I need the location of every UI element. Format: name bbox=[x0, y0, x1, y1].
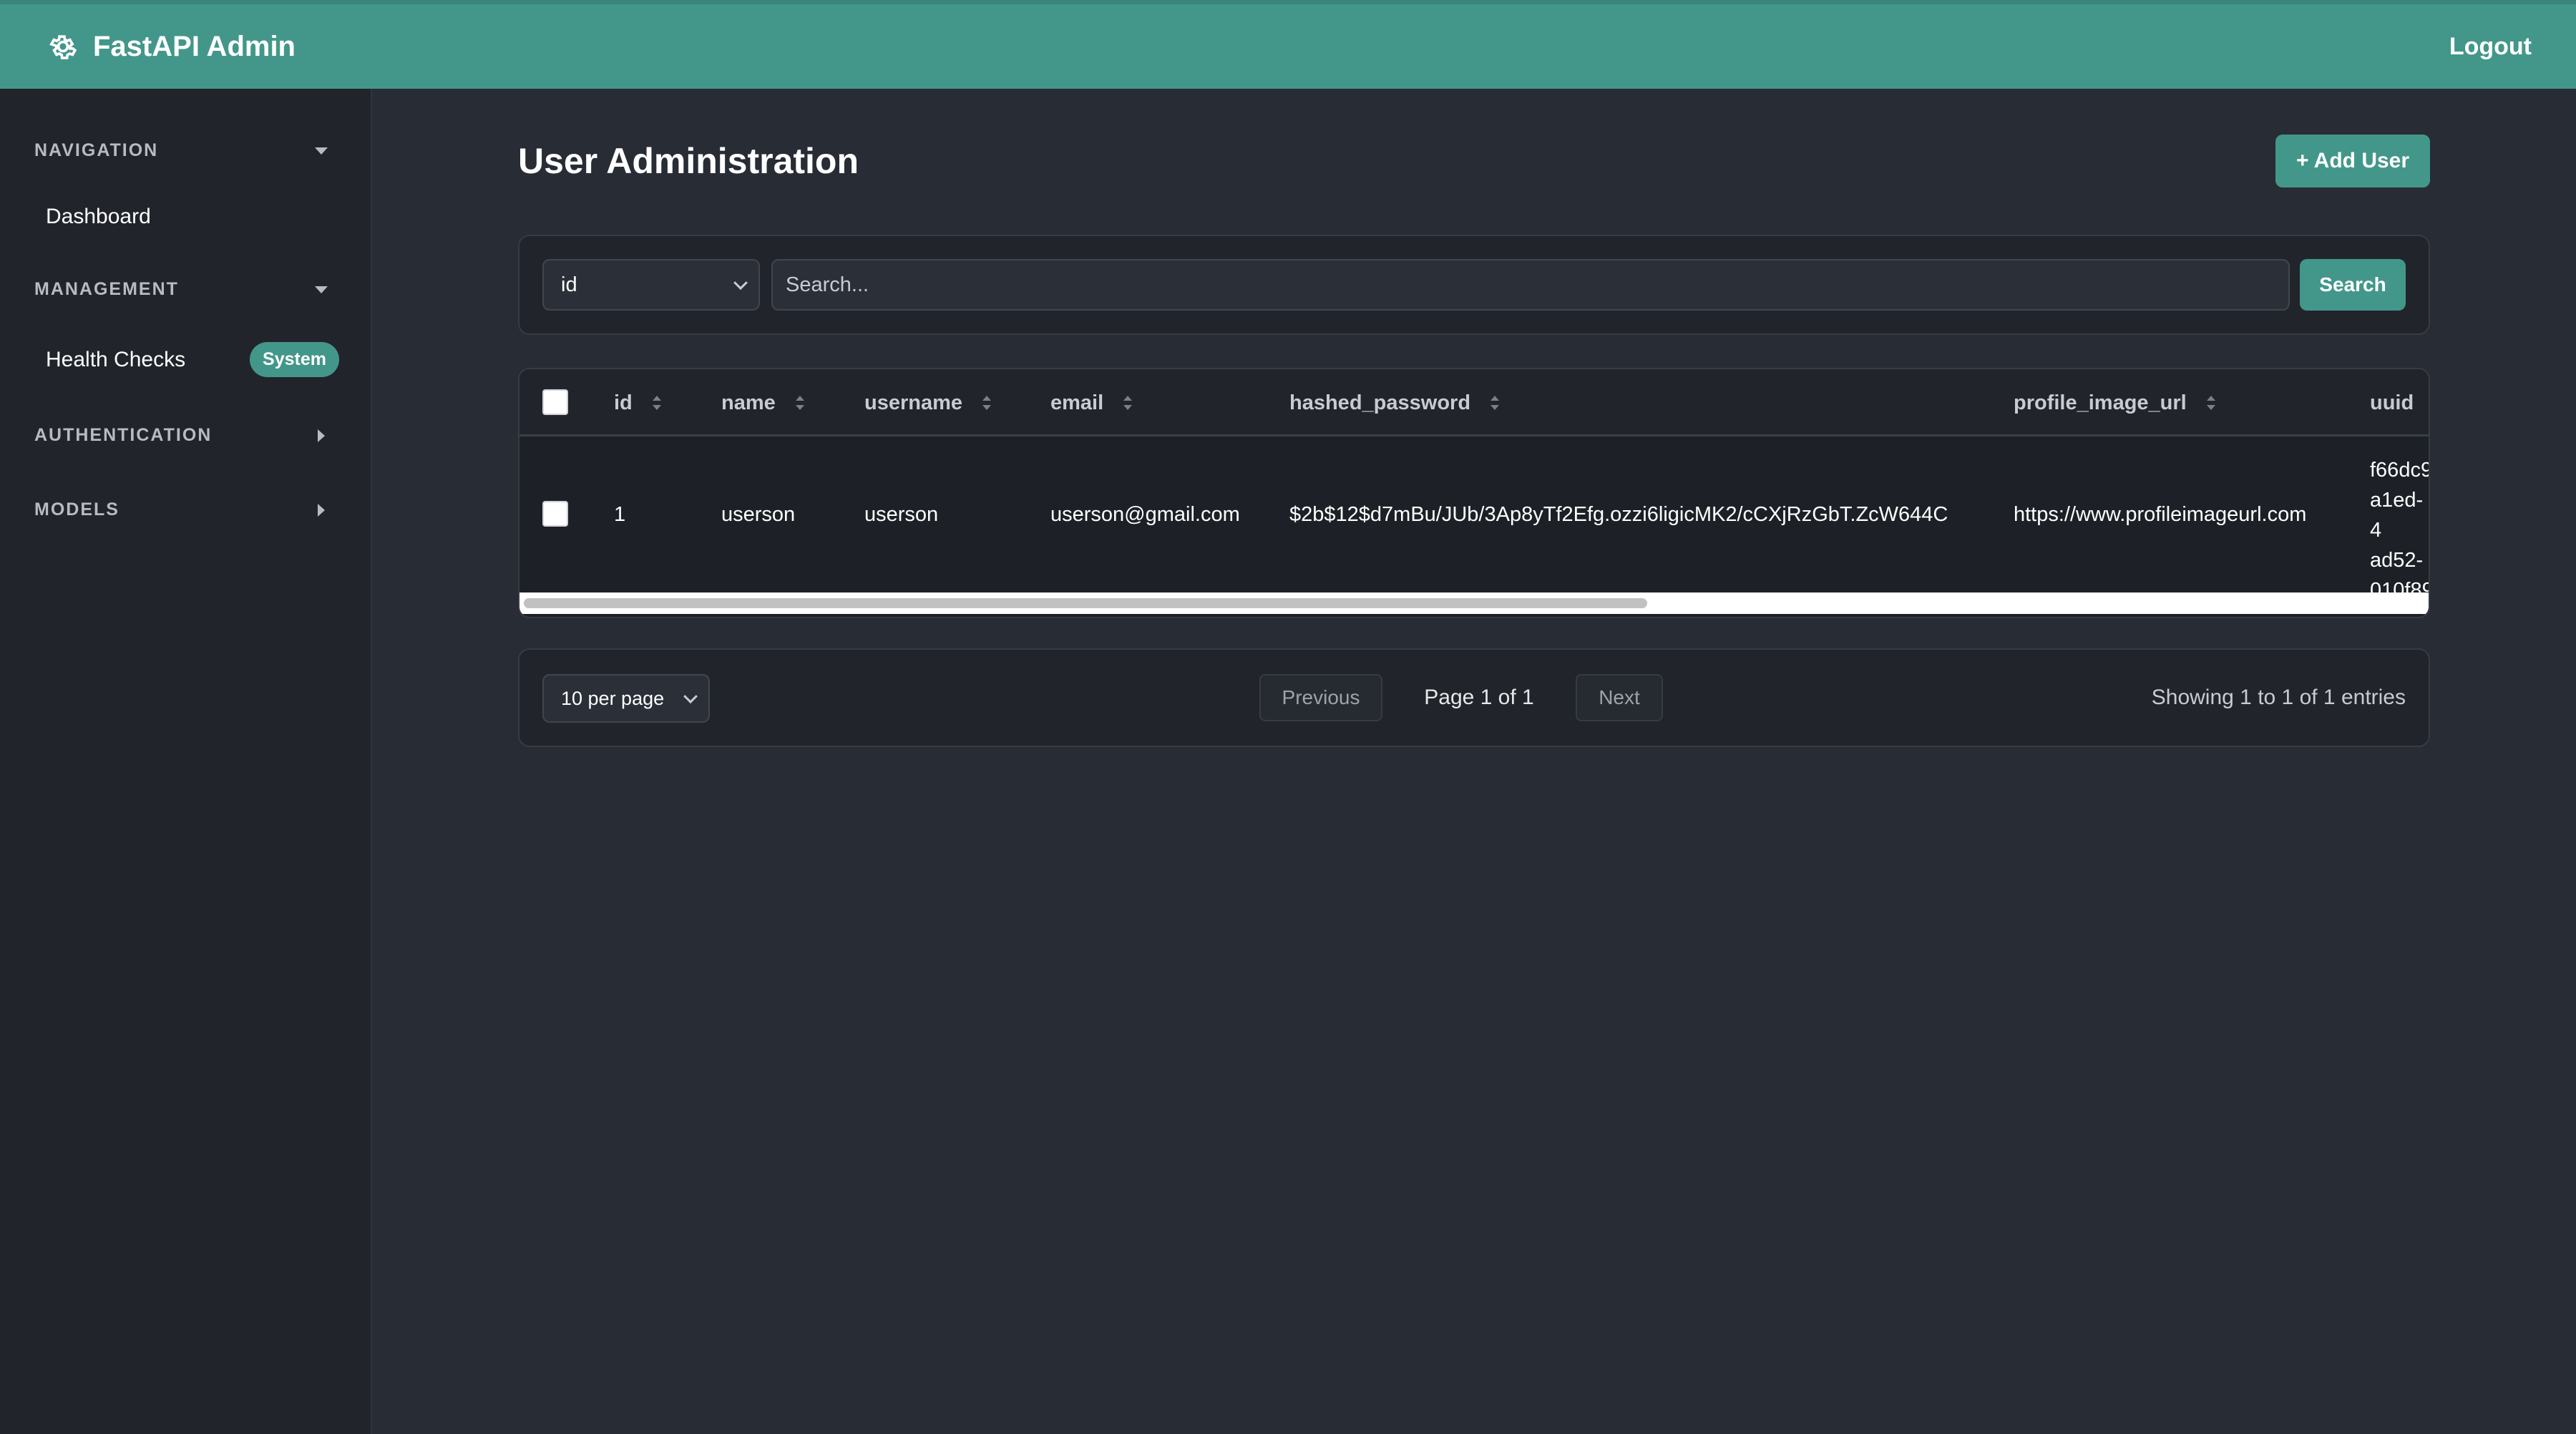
search-field-select[interactable]: id bbox=[542, 259, 760, 311]
column-label: name bbox=[721, 391, 776, 414]
uuid-line: ad52- bbox=[2370, 549, 2424, 572]
gear-icon bbox=[49, 35, 77, 59]
cell-uuid: f66dc9 a1ed-4 ad52- 010f89 bbox=[2370, 455, 2430, 605]
add-user-button[interactable]: + Add User bbox=[2275, 135, 2430, 187]
row-checkbox[interactable] bbox=[542, 501, 568, 527]
caret-down-icon bbox=[315, 147, 328, 155]
column-header-username[interactable]: username bbox=[864, 369, 992, 436]
sidebar-item-label: Dashboard bbox=[46, 205, 151, 228]
chevron-down-icon bbox=[733, 275, 748, 291]
entries-summary: Showing 1 to 1 of 1 entries bbox=[2151, 686, 2406, 709]
column-header-profile-image-url[interactable]: profile_image_url bbox=[2014, 369, 2215, 436]
column-header-uuid[interactable]: uuid bbox=[2370, 369, 2414, 436]
sort-icon bbox=[1491, 396, 1500, 410]
sidebar-item-label: Health Checks bbox=[46, 347, 186, 371]
sidebar: NAVIGATION Dashboard MANAGEMENT Health C… bbox=[0, 89, 372, 1434]
cell-email: userson@gmail.com bbox=[1050, 502, 1240, 526]
app-title: FastAPI Admin bbox=[93, 30, 296, 62]
cell-hashed-password: $2b$12$d7mBu/JUb/3Ap8yTf2Efg.ozzi6ligicM… bbox=[1289, 502, 1948, 526]
chevron-down-icon bbox=[683, 689, 698, 704]
scrollbar-thumb[interactable] bbox=[524, 598, 1647, 608]
sidebar-section-navigation[interactable]: NAVIGATION bbox=[34, 140, 335, 161]
cell-name: userson bbox=[721, 502, 796, 526]
sidebar-section-authentication[interactable]: AUTHENTICATION bbox=[34, 425, 335, 446]
cell-username: userson bbox=[864, 502, 939, 526]
column-label: username bbox=[864, 391, 963, 414]
cell-id: 1 bbox=[614, 502, 626, 526]
cell-profile-image-url: https://www.profileimageurl.com bbox=[2014, 502, 2307, 526]
caret-right-icon bbox=[318, 429, 325, 442]
section-label: MODELS bbox=[34, 499, 119, 520]
page-indicator: Page 1 of 1 bbox=[1424, 686, 1534, 709]
table-header: id name username email hashed_password p… bbox=[519, 369, 2429, 436]
column-label: profile_image_url bbox=[2014, 391, 2187, 414]
sort-icon bbox=[795, 396, 804, 410]
column-header-name[interactable]: name bbox=[721, 369, 804, 436]
column-label: hashed_password bbox=[1289, 391, 1471, 414]
select-value: id bbox=[561, 273, 577, 296]
select-value: 10 per page bbox=[561, 687, 665, 709]
sort-icon bbox=[982, 396, 992, 410]
column-label: uuid bbox=[2370, 391, 2414, 414]
uuid-line: f66dc9 bbox=[2370, 459, 2430, 482]
data-table: id name username email hashed_password p… bbox=[518, 368, 2430, 618]
column-label: id bbox=[614, 391, 633, 414]
logout-link[interactable]: Logout bbox=[2449, 33, 2532, 61]
uuid-line: a1ed-4 bbox=[2370, 489, 2424, 542]
caret-down-icon bbox=[315, 286, 328, 293]
page-title: User Administration bbox=[518, 141, 859, 181]
select-all-checkbox[interactable] bbox=[542, 389, 568, 415]
sort-icon bbox=[2206, 396, 2215, 410]
sidebar-item-health-checks[interactable]: Health Checks System bbox=[46, 342, 339, 377]
horizontal-scrollbar[interactable] bbox=[519, 592, 2429, 614]
search-button[interactable]: Search bbox=[2300, 259, 2406, 311]
column-label: email bbox=[1050, 391, 1104, 414]
column-header-email[interactable]: email bbox=[1050, 369, 1133, 436]
status-badge: System bbox=[250, 342, 339, 377]
caret-right-icon bbox=[318, 503, 325, 517]
section-label: NAVIGATION bbox=[34, 140, 159, 160]
table-row[interactable]: 1 userson userson userson@gmail.com $2b$… bbox=[519, 436, 2429, 602]
per-page-select[interactable]: 10 per page bbox=[542, 674, 710, 723]
column-header-id[interactable]: id bbox=[614, 369, 661, 436]
top-bar: FastAPI Admin Logout bbox=[0, 0, 2576, 89]
pagination-bar: 10 per page Previous Page 1 of 1 Next Sh… bbox=[518, 648, 2430, 747]
sort-icon bbox=[1123, 396, 1133, 410]
sidebar-section-models[interactable]: MODELS bbox=[34, 499, 335, 520]
next-button[interactable]: Next bbox=[1576, 674, 1663, 721]
section-label: MANAGEMENT bbox=[34, 279, 179, 299]
previous-button[interactable]: Previous bbox=[1259, 674, 1382, 721]
sidebar-section-management[interactable]: MANAGEMENT bbox=[34, 279, 335, 300]
sidebar-item-dashboard[interactable]: Dashboard bbox=[46, 205, 339, 229]
sort-icon bbox=[652, 396, 661, 410]
section-label: AUTHENTICATION bbox=[34, 425, 213, 445]
search-panel: id Search bbox=[518, 235, 2430, 335]
column-header-hashed-password[interactable]: hashed_password bbox=[1289, 369, 1500, 436]
search-input[interactable] bbox=[771, 259, 2290, 311]
brand[interactable]: FastAPI Admin bbox=[47, 31, 296, 63]
